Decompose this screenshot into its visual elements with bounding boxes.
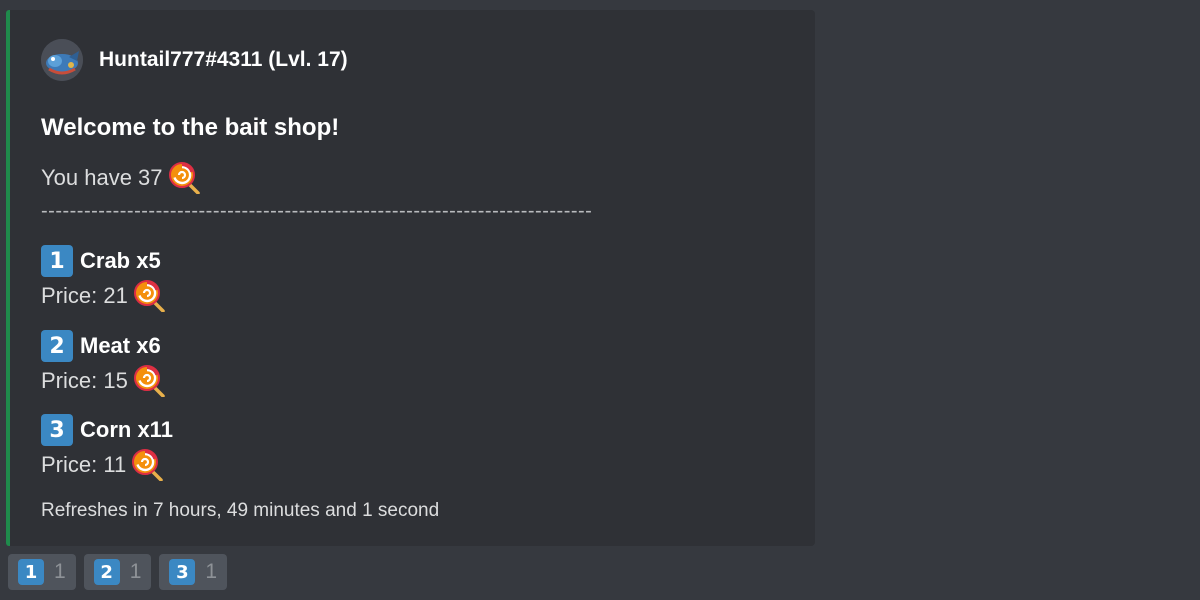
shop-item-label: Corn x11 bbox=[80, 417, 173, 442]
buy-item-3-button[interactable]: 3 1 bbox=[159, 554, 228, 590]
shop-item-1-name: 1 Crab x5 bbox=[41, 245, 161, 277]
price-text: Price: 21 bbox=[41, 283, 128, 308]
divider: ----------------------------------------… bbox=[41, 200, 593, 222]
button-count: 1 bbox=[54, 560, 66, 583]
buy-item-2-button[interactable]: 2 1 bbox=[83, 554, 152, 590]
shop-item-3-price: Price: 11 bbox=[41, 449, 164, 481]
author-avatar[interactable] bbox=[41, 39, 83, 81]
keycap-3-icon: 3 bbox=[169, 559, 196, 585]
embed-title: Welcome to the bait shop! bbox=[41, 114, 340, 141]
keycap-3-icon: 3 bbox=[41, 414, 73, 446]
button-count: 1 bbox=[205, 560, 218, 583]
shop-item-3-name: 3 Corn x11 bbox=[41, 414, 173, 446]
reaction-buttons: 1 1 2 1 3 1 bbox=[8, 554, 235, 590]
keycap-1-icon: 1 bbox=[18, 559, 44, 585]
balance-line: You have 37 bbox=[41, 162, 201, 194]
price-text: Price: 15 bbox=[41, 368, 128, 393]
balance-text: You have 37 bbox=[41, 165, 163, 190]
keycap-1-icon: 1 bbox=[41, 245, 73, 277]
shop-item-1-price: Price: 21 bbox=[41, 280, 166, 312]
button-count: 1 bbox=[129, 560, 142, 583]
author-name[interactable]: Huntail777#4311 (Lvl. 17) bbox=[99, 48, 348, 72]
lollipop-icon bbox=[134, 365, 166, 397]
lollipop-icon bbox=[169, 162, 201, 194]
buy-item-1-button[interactable]: 1 1 bbox=[8, 554, 76, 590]
embed-author: Huntail777#4311 (Lvl. 17) bbox=[41, 39, 348, 81]
shop-item-2-name: 2 Meat x6 bbox=[41, 330, 161, 362]
shop-item-label: Meat x6 bbox=[80, 333, 161, 358]
bait-shop-embed: Huntail777#4311 (Lvl. 17) Welcome to the… bbox=[6, 10, 815, 546]
lollipop-icon bbox=[132, 449, 164, 481]
shop-item-2-price: Price: 15 bbox=[41, 365, 166, 397]
keycap-2-icon: 2 bbox=[93, 559, 120, 585]
price-text: Price: 11 bbox=[41, 452, 127, 477]
keycap-2-icon: 2 bbox=[41, 330, 73, 362]
huntail-avatar-icon bbox=[41, 39, 83, 81]
lollipop-icon bbox=[134, 280, 166, 312]
shop-item-label: Crab x5 bbox=[80, 248, 161, 273]
embed-footer: Refreshes in 7 hours, 49 minutes and 1 s… bbox=[41, 500, 440, 521]
